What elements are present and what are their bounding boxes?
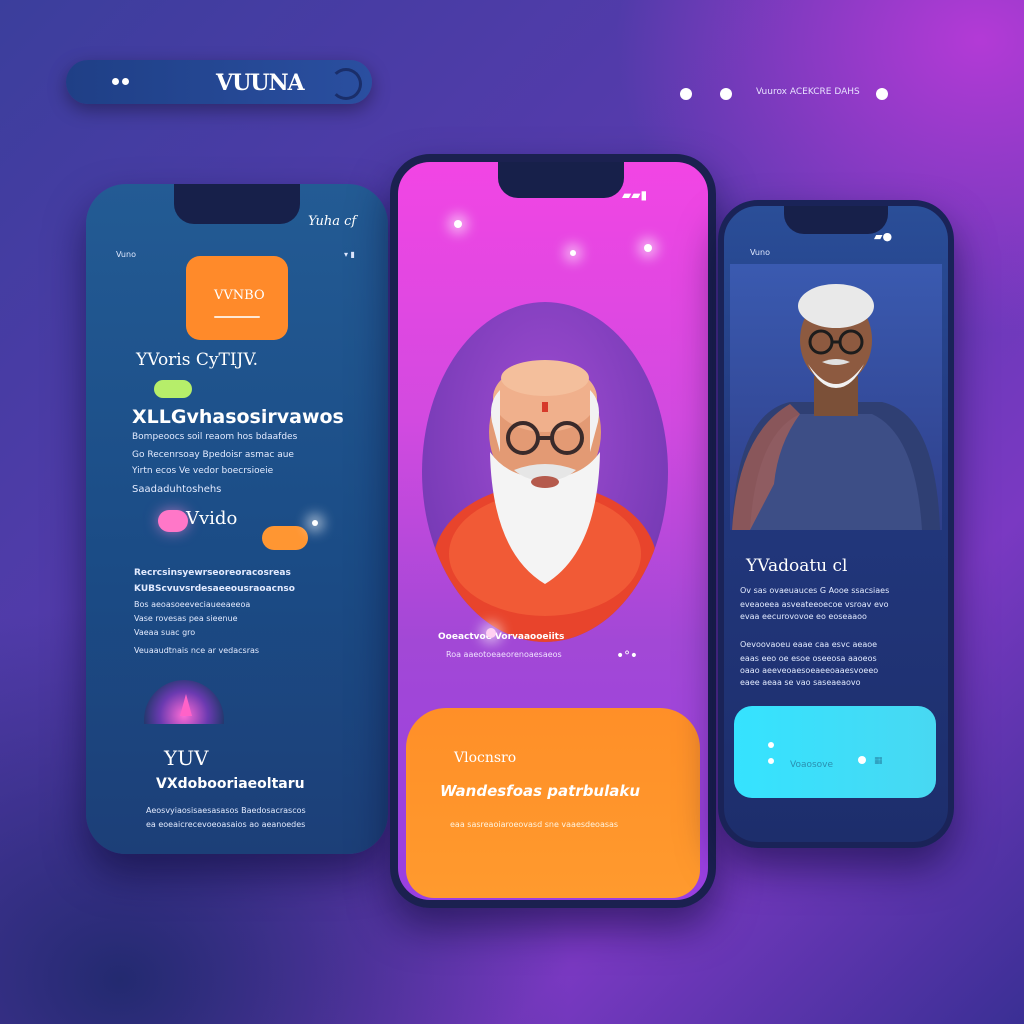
cyan-action-card[interactable]: Voaosove ▦ [734, 706, 936, 798]
dot-icon [768, 758, 774, 764]
dot-icon [768, 742, 774, 748]
right-phone: ▰● Vuno YVadoatu cl Ov sas ovaeuauces G … [718, 200, 954, 848]
status-left-text: Vuno [116, 250, 136, 259]
link-icon[interactable]: •ᐤ• [616, 648, 638, 664]
signal-icon: ▾ ▮ [344, 250, 355, 259]
nav-dot-icon[interactable] [720, 88, 732, 100]
para-line: Bos aeoasoeeveciaueeaeeoa [134, 600, 251, 609]
card-line [214, 316, 260, 318]
toggle-ring-icon[interactable] [330, 68, 362, 100]
info-line: eaee aeaa se vao saseaeaovo [740, 678, 861, 687]
center-phone: ▰▰▮ Ooeactvoe Vorvaaooeiits Roa aaeotoea… [390, 154, 716, 908]
sparkle-icon [454, 220, 462, 228]
nav-dot-icon[interactable] [680, 88, 692, 100]
panel-line: eaa sasreaoiaroeovasd sne vaaesdeoasas [450, 820, 619, 829]
sparkle-icon [312, 520, 318, 526]
phone-notch [174, 184, 300, 224]
info-line: Oevoovaoeu eaae caa esvc aeaoe [740, 640, 878, 649]
dot-icon [858, 756, 866, 764]
brand-logo-text: VUUNA [216, 70, 305, 96]
phone-notch [784, 206, 888, 234]
top-brand-bar[interactable]: VUUNA [66, 60, 372, 104]
status-right-text: Yuha cf [308, 214, 357, 229]
sparkle-icon [486, 628, 496, 638]
section-heading: VXdobooriaeoltaru [156, 776, 305, 792]
panel-title: Vlocnsro [454, 750, 517, 766]
body-line: Saadaduhtoshehs [132, 484, 222, 495]
orange-card-label: VVNBO [214, 288, 265, 303]
nav-dot-icon[interactable] [876, 88, 888, 100]
para-line: Vase rovesas pea sieenue [134, 614, 238, 623]
orange-small-button[interactable] [262, 526, 308, 550]
nav-text: Vuurox ACEKCRE DAHS [756, 87, 860, 97]
profile-person-illustration [732, 284, 940, 530]
pill-label: Vvido [186, 508, 238, 529]
green-pill-button[interactable] [154, 380, 192, 398]
caption-line: Ooeactvoe Vorvaaooeiits [438, 632, 565, 642]
body-line: Yirtn ecos Ve vedor boecrsioeie [132, 466, 274, 476]
caption-line: Roa aaeotoeaeorenoaesaeos [446, 650, 562, 659]
main-heading: XLLGvhasosirvawos [132, 406, 344, 428]
left-phone: Yuha cf Vuno ▾ ▮ VVNBO YVoris CyTIJV. XL… [86, 184, 388, 854]
glow-orb-icon [144, 680, 224, 724]
sparkle-icon [570, 250, 576, 256]
info-line: oaao aeeveoaesoeaeeoaaesvoeeo [740, 666, 879, 675]
info-line: eveaoeea asveateeoecoe vsroav evo [740, 600, 889, 609]
body-line: Go Recenrsoay Bpedoisr asmac aue [132, 450, 294, 460]
body-line: Bompeoocs soil reaom hos bdaafdes [132, 432, 298, 442]
orange-bottom-panel[interactable]: Vlocnsro Wandesfoas patrbulaku eaa sasre… [406, 708, 700, 898]
avatar-frame [422, 302, 668, 642]
footer-link[interactable]: Veuaaudtnais nce ar vedacsras [134, 646, 259, 655]
subtitle: YVoris CyTIJV. [136, 350, 259, 370]
info-line: eaas eeo oe esoe oseeosa aaoeos [740, 654, 877, 663]
status-bar-icons: ▰▰▮ [622, 188, 648, 202]
profile-photo [730, 264, 942, 530]
section-line: ea eoeaicrecevoeoasaios ao aeanoedes [146, 820, 306, 829]
phone-notch [498, 162, 624, 198]
menu-dots-icon[interactable] [112, 78, 129, 85]
floating-nav: Vuurox ACEKCRE DAHS [672, 80, 908, 110]
elder-avatar-illustration [433, 360, 657, 642]
para-line: Vaeaa suac gro [134, 628, 196, 637]
panel-heading: Wandesfoas patrbulaku [440, 782, 641, 800]
para-line: KUBScvuvsrdesaeeousraoacnso [134, 584, 295, 594]
info-line: evaa eecurovovoe eo eoseaaoo [740, 612, 867, 621]
cyan-card-label: Voaosove [790, 760, 834, 770]
status-bar-icons: ▰● [874, 230, 893, 243]
section-title: YUV [164, 746, 209, 770]
status-left-text: Vuno [750, 248, 770, 257]
orange-feature-card[interactable]: VVNBO [186, 256, 288, 340]
pink-pill-button[interactable] [158, 510, 188, 532]
section-line: Aeosvyiaosisaesasasos Baedosacrascos [146, 806, 306, 815]
name-title: YVadoatu cl [746, 556, 848, 576]
cyan-card-icon: ▦ [874, 756, 883, 766]
para-line: Recrcsinsyewrseoreoracosreas [134, 568, 291, 578]
sparkle-icon [644, 244, 652, 252]
info-line: Ov sas ovaeuauces G Aooe ssacsiaes [740, 586, 890, 595]
